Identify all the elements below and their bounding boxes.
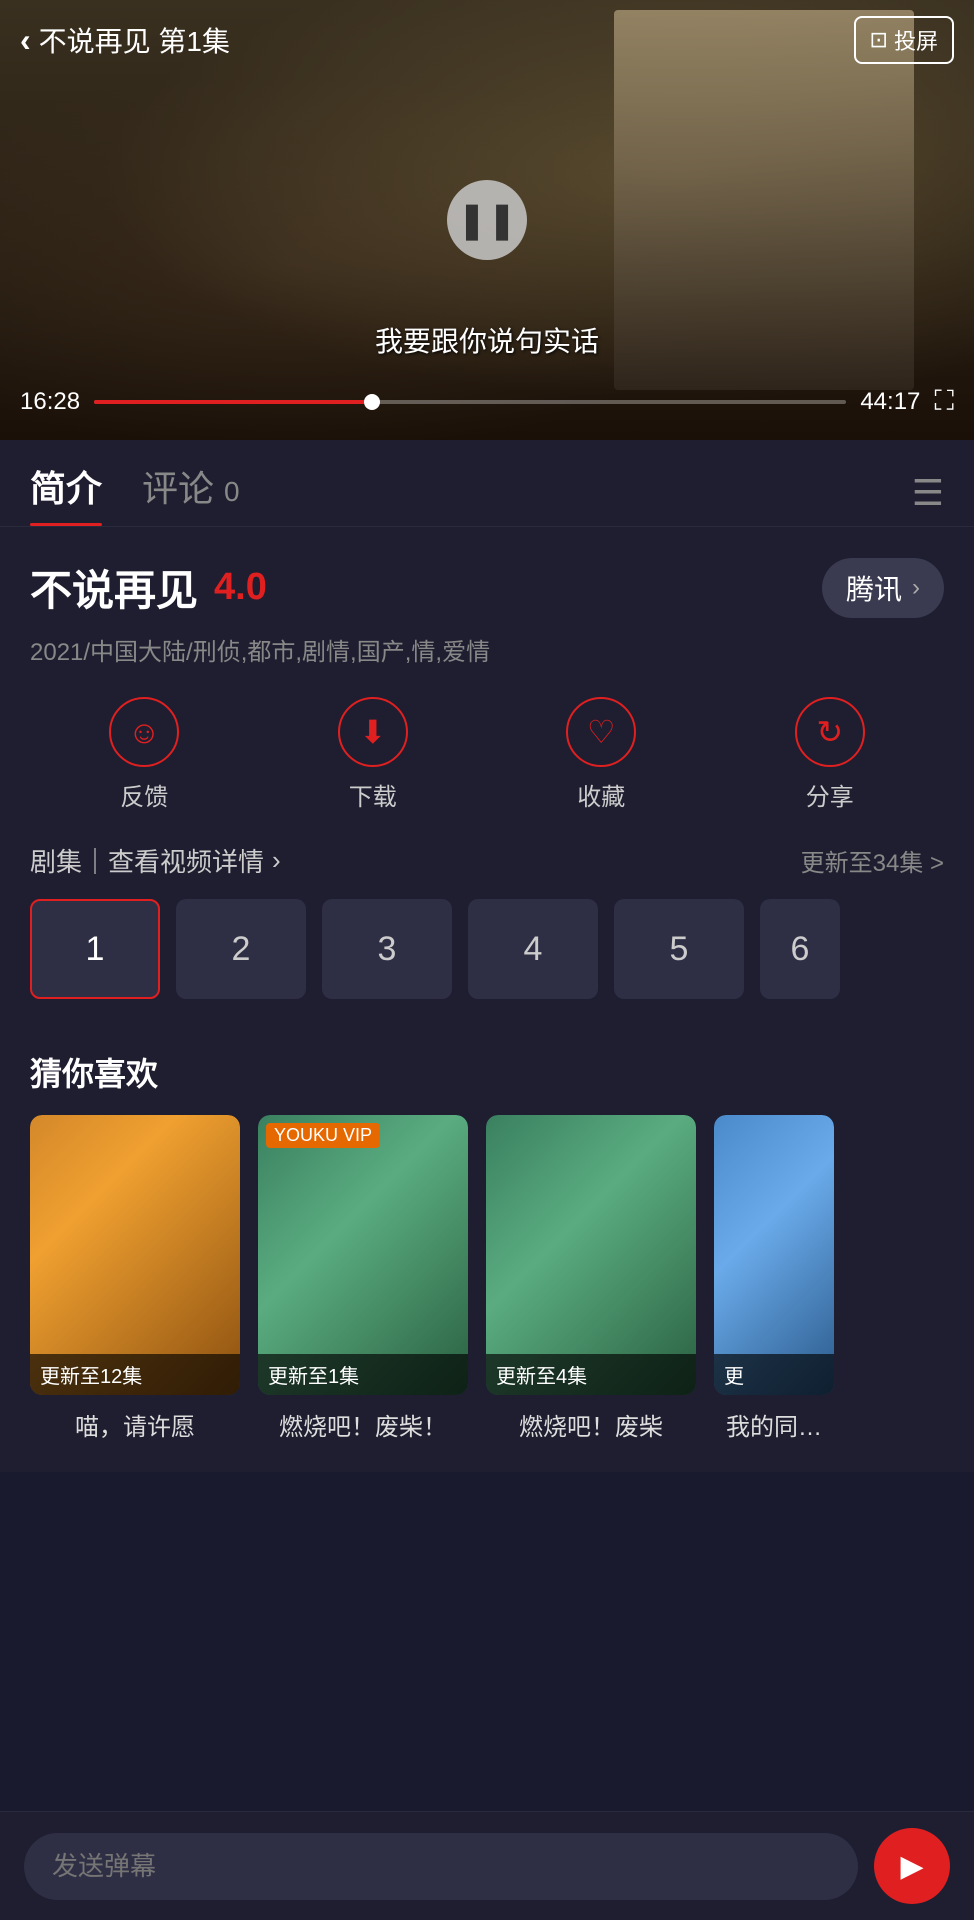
- episode-button-2[interactable]: 2: [176, 899, 306, 999]
- rec-thumb-4: 更: [714, 1115, 834, 1395]
- pause-button[interactable]: ❚❚: [447, 180, 527, 260]
- rec-title-1: 喵，请许愿: [30, 1407, 240, 1442]
- send-icon: ▶: [900, 1849, 923, 1884]
- rec-title-2: 燃烧吧！废柴！: [258, 1407, 468, 1442]
- rec-image-2: [258, 1115, 468, 1395]
- tab-comment-label: 评论: [142, 468, 214, 509]
- bottom-bar: ▶: [0, 1811, 974, 1920]
- tab-comment[interactable]: 评论 0: [142, 460, 240, 526]
- favorite-button[interactable]: ♡ 收藏: [566, 697, 636, 812]
- comment-count: 0: [224, 476, 240, 507]
- cast-icon: ⊡: [870, 27, 888, 53]
- favorite-icon: ♡: [566, 697, 636, 767]
- rec-card-3[interactable]: 更新至4集 燃烧吧！废柴: [486, 1115, 696, 1442]
- video-player: ‹ 不说再见 第1集 ⊡ 投屏 ❚❚ 我要跟你说句实话 16:28 44:17 …: [0, 0, 974, 440]
- rec-badge-1: 更新至12集: [30, 1354, 240, 1395]
- content-section: 不说再见 4.0 腾讯 › 2021/中国大陆/刑侦,都市,剧情,国产,情,爱情…: [0, 527, 974, 1049]
- progress-fill: [94, 400, 372, 404]
- episode-button-1[interactable]: 1: [30, 899, 160, 999]
- tab-intro-label: 简介: [30, 468, 102, 509]
- episodes-arrow-icon: ›: [272, 845, 281, 876]
- send-button[interactable]: ▶: [874, 1828, 950, 1904]
- episodes-left-text: 剧集｜查看视频详情: [30, 842, 264, 879]
- feedback-icon: ☺: [109, 697, 179, 767]
- recommendations-section: 猜你喜欢 更新至12集 喵，请许愿 YOUKU VIP 更新至1集 燃烧吧！废柴…: [0, 1049, 974, 1472]
- favorite-label: 收藏: [577, 777, 625, 812]
- episodes-header: 剧集｜查看视频详情 › 更新至34集 >: [30, 842, 944, 879]
- rec-thumb-3: 更新至4集: [486, 1115, 696, 1395]
- episode-button-3[interactable]: 3: [322, 899, 452, 999]
- rec-badge-3: 更新至4集: [486, 1354, 696, 1395]
- progress-dot: [364, 394, 380, 410]
- subtitle-text: 我要跟你说句实话: [375, 320, 599, 360]
- episode-button-5[interactable]: 5: [614, 899, 744, 999]
- share-label: 分享: [806, 777, 854, 812]
- rec-title-3: 燃烧吧！废柴: [486, 1407, 696, 1442]
- tab-intro[interactable]: 简介: [30, 460, 102, 526]
- show-name: 不说再见: [30, 557, 198, 618]
- tabs-left: 简介 评论 0: [30, 460, 240, 526]
- chevron-right-icon: ›: [912, 574, 920, 602]
- total-time: 44:17: [860, 388, 920, 416]
- rec-badge-2: 更新至1集: [258, 1354, 468, 1395]
- download-label: 下载: [349, 777, 397, 812]
- recommendations-grid: 更新至12集 喵，请许愿 YOUKU VIP 更新至1集 燃烧吧！废柴！ 更新至…: [30, 1115, 944, 1442]
- show-title-left: 不说再见 4.0: [30, 557, 267, 618]
- youku-badge-2: YOUKU VIP: [266, 1123, 380, 1148]
- comment-icon[interactable]: ☰: [912, 472, 944, 514]
- rec-image-3: [486, 1115, 696, 1395]
- download-button[interactable]: ⬇ 下载: [338, 697, 408, 812]
- cast-label: 投屏: [894, 24, 938, 56]
- platform-button[interactable]: 腾讯 ›: [822, 558, 944, 618]
- rec-card-1[interactable]: 更新至12集 喵，请许愿: [30, 1115, 240, 1442]
- share-button[interactable]: ↻ 分享: [795, 697, 865, 812]
- show-rating: 4.0: [214, 566, 267, 609]
- rec-title-4: 我的同…: [714, 1407, 834, 1442]
- episode-grid: 1 2 3 4 5 6: [30, 899, 944, 999]
- action-buttons: ☺ 反馈 ⬇ 下载 ♡ 收藏 ↻ 分享: [30, 697, 944, 812]
- video-controls: 16:28 44:17 ⛶: [0, 375, 974, 440]
- bottom-spacer: [0, 1472, 974, 1592]
- rec-image-4: [714, 1115, 834, 1395]
- cast-button[interactable]: ⊡ 投屏: [854, 16, 954, 64]
- back-button[interactable]: ‹ 不说再见 第1集: [20, 20, 230, 60]
- video-title: 不说再见 第1集: [39, 20, 230, 60]
- video-top-bar: ‹ 不说再见 第1集 ⊡ 投屏: [0, 0, 974, 80]
- tabs-section: 简介 评论 0 ☰: [0, 440, 974, 527]
- rec-image-1: [30, 1115, 240, 1395]
- episodes-update-text: 更新至34集 >: [801, 843, 944, 878]
- episode-button-6[interactable]: 6: [760, 899, 840, 999]
- rec-badge-4: 更: [714, 1354, 834, 1395]
- share-icon: ↻: [795, 697, 865, 767]
- show-title-row: 不说再见 4.0 腾讯 ›: [30, 557, 944, 618]
- danmu-input[interactable]: [24, 1833, 858, 1900]
- current-time: 16:28: [20, 388, 80, 416]
- feedback-label: 反馈: [120, 777, 168, 812]
- show-meta: 2021/中国大陆/刑侦,都市,剧情,国产,情,爱情: [30, 632, 944, 667]
- download-icon: ⬇: [338, 697, 408, 767]
- episode-button-4[interactable]: 4: [468, 899, 598, 999]
- back-arrow-icon: ‹: [20, 22, 31, 59]
- rec-card-2[interactable]: YOUKU VIP 更新至1集 燃烧吧！废柴！: [258, 1115, 468, 1442]
- progress-track[interactable]: [94, 400, 846, 404]
- progress-bar-row: 16:28 44:17 ⛶: [20, 385, 954, 418]
- rec-thumb-1: 更新至12集: [30, 1115, 240, 1395]
- rec-thumb-2: YOUKU VIP 更新至1集: [258, 1115, 468, 1395]
- pause-icon: ❚❚: [457, 199, 517, 241]
- recommendations-title: 猜你喜欢: [30, 1049, 944, 1095]
- feedback-button[interactable]: ☺ 反馈: [109, 697, 179, 812]
- episodes-detail-link[interactable]: 剧集｜查看视频详情 ›: [30, 842, 281, 879]
- rec-card-4[interactable]: 更 我的同…: [714, 1115, 834, 1442]
- platform-label: 腾讯: [846, 568, 902, 608]
- fullscreen-button[interactable]: ⛶: [934, 385, 954, 418]
